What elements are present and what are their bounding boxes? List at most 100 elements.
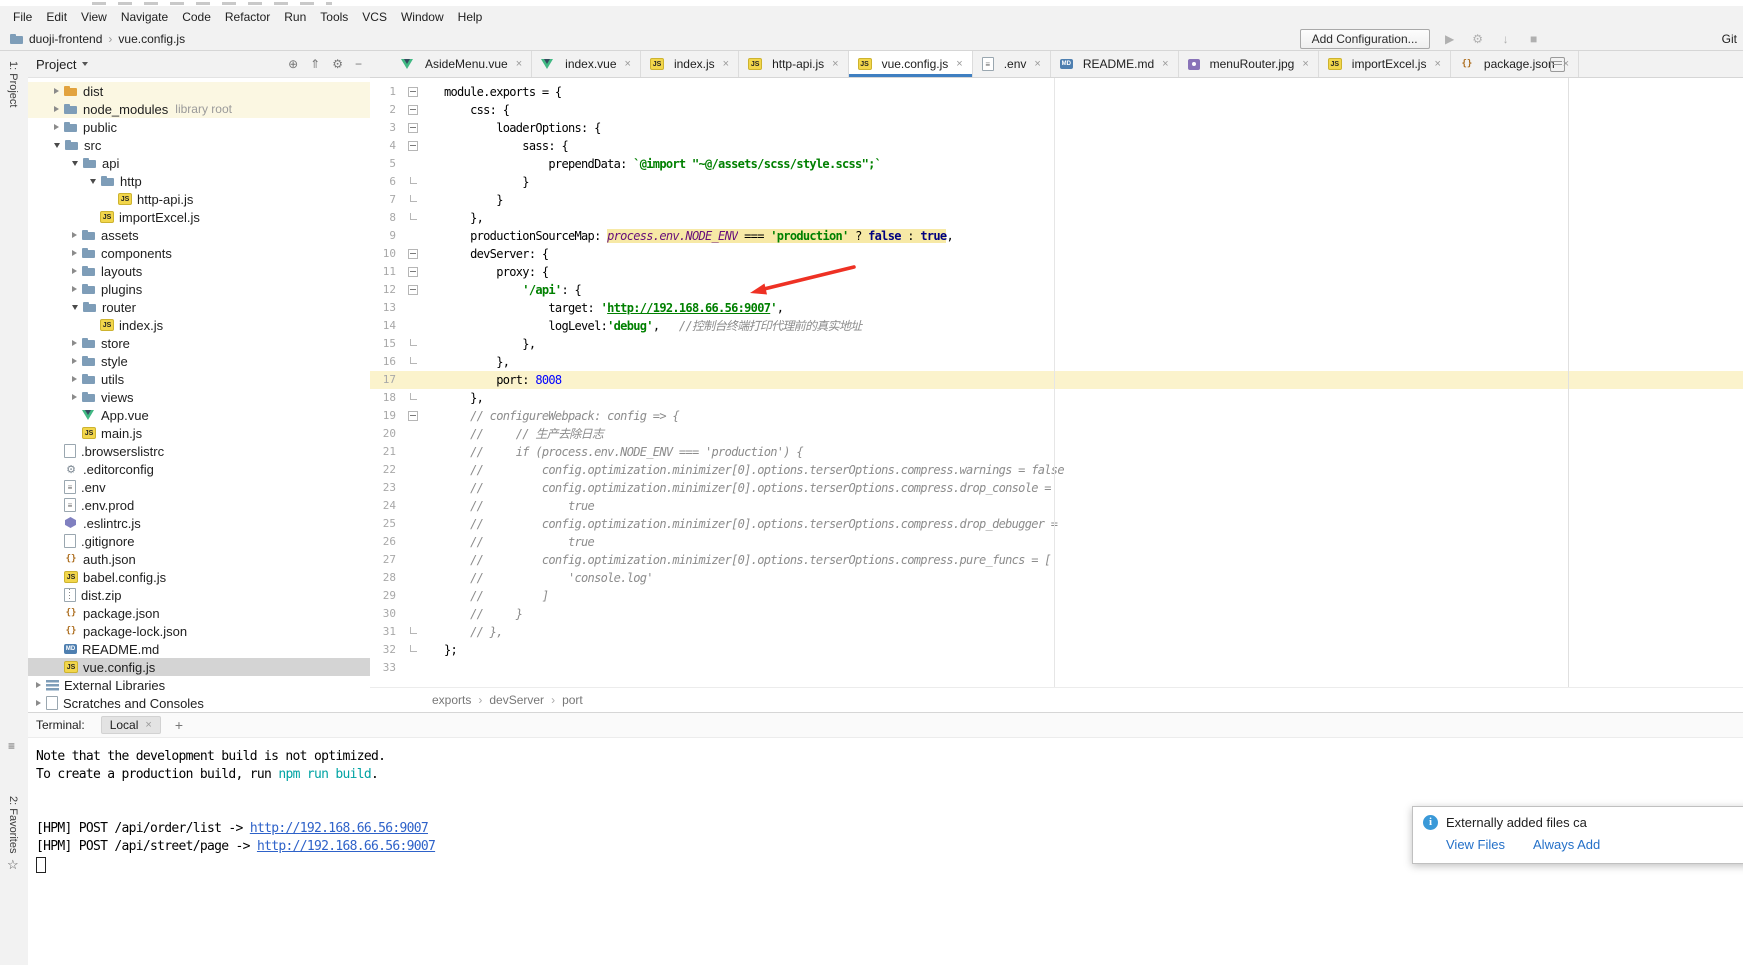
tab-options-icon[interactable] <box>1550 57 1565 72</box>
chevron-down-icon[interactable] <box>54 143 60 148</box>
code-line[interactable]: 32}; <box>370 641 1743 659</box>
download-icon[interactable] <box>1498 32 1514 46</box>
code-line[interactable]: 31 // }, <box>370 623 1743 641</box>
code-line[interactable]: 12 '/api': { <box>370 281 1743 299</box>
fold-open-icon[interactable] <box>408 267 418 277</box>
fold-open-icon[interactable] <box>408 123 418 133</box>
tree-item[interactable]: style <box>28 352 370 370</box>
fold-end-icon[interactable] <box>410 645 417 652</box>
tree-item[interactable]: External Libraries <box>28 676 370 694</box>
tree-item[interactable]: README.md <box>28 640 370 658</box>
structure-icon[interactable] <box>8 739 15 753</box>
code-line[interactable]: 17 port: 8008 <box>370 371 1743 389</box>
chevron-right-icon[interactable] <box>72 286 77 292</box>
breadcrumb-item[interactable]: exports <box>432 693 471 707</box>
run-icon[interactable] <box>1442 32 1458 46</box>
close-icon[interactable] <box>1434 58 1440 70</box>
chevron-right-icon[interactable] <box>54 124 59 130</box>
tree-item[interactable]: dist.zip <box>28 586 370 604</box>
chevron-right-icon[interactable] <box>72 376 77 382</box>
close-icon[interactable] <box>1034 58 1040 70</box>
tree-item[interactable]: http-api.js <box>28 190 370 208</box>
locate-file-icon[interactable] <box>288 57 298 71</box>
code-line[interactable]: 8 }, <box>370 209 1743 227</box>
chevron-down-icon[interactable] <box>82 62 88 66</box>
fold-end-icon[interactable] <box>410 177 417 184</box>
menu-item-code[interactable]: Code <box>175 6 218 28</box>
close-icon[interactable] <box>956 58 962 70</box>
chevron-right-icon[interactable] <box>72 250 77 256</box>
code-line[interactable]: 25 // config.optimization.minimizer[0].o… <box>370 515 1743 533</box>
chevron-right-icon[interactable] <box>72 340 77 346</box>
chevron-right-icon[interactable] <box>36 682 41 688</box>
fold-end-icon[interactable] <box>410 213 417 220</box>
code-line[interactable]: 4 sass: { <box>370 137 1743 155</box>
tree-item[interactable]: .env.prod <box>28 496 370 514</box>
menu-item-window[interactable]: Window <box>394 6 451 28</box>
tree-item[interactable]: layouts <box>28 262 370 280</box>
fold-end-icon[interactable] <box>410 627 417 634</box>
always-add-link[interactable]: Always Add <box>1533 837 1600 852</box>
chevron-right-icon[interactable] <box>54 106 59 112</box>
fold-open-icon[interactable] <box>408 285 418 295</box>
menu-item-refactor[interactable]: Refactor <box>218 6 277 28</box>
tree-item[interactable]: App.vue <box>28 406 370 424</box>
hide-panel-icon[interactable] <box>355 57 362 71</box>
stop-icon[interactable] <box>1526 32 1542 46</box>
settings-gear-icon[interactable] <box>332 57 343 71</box>
tree-item[interactable]: main.js <box>28 424 370 442</box>
add-configuration-button[interactable]: Add Configuration... <box>1300 29 1430 49</box>
fold-open-icon[interactable] <box>408 87 418 97</box>
close-icon[interactable] <box>1162 58 1168 70</box>
editor-tab-index-vue[interactable]: index.vue <box>532 51 641 77</box>
code-line[interactable]: 28 // 'console.log' <box>370 569 1743 587</box>
menu-item-view[interactable]: View <box>74 6 114 28</box>
breadcrumb-project[interactable]: duoji-frontend <box>29 32 102 46</box>
project-panel-title[interactable]: Project <box>36 57 76 72</box>
tree-item[interactable]: components <box>28 244 370 262</box>
new-terminal-icon[interactable] <box>175 717 183 733</box>
code-line[interactable]: 24 // true <box>370 497 1743 515</box>
tree-item[interactable]: assets <box>28 226 370 244</box>
tree-item[interactable]: auth.json <box>28 550 370 568</box>
tool-stripe-project[interactable]: 1: Project <box>7 61 19 107</box>
code-line[interactable]: 19 // configureWebpack: config => { <box>370 407 1743 425</box>
menu-item-help[interactable]: Help <box>451 6 490 28</box>
menu-item-navigate[interactable]: Navigate <box>114 6 175 28</box>
menu-item-vcs[interactable]: VCS <box>355 6 394 28</box>
code-line[interactable]: 5 prependData: `@import "~@/assets/scss/… <box>370 155 1743 173</box>
menu-item-tools[interactable]: Tools <box>313 6 355 28</box>
code-line[interactable]: 7 } <box>370 191 1743 209</box>
tree-item[interactable]: .env <box>28 478 370 496</box>
chevron-right-icon[interactable] <box>72 268 77 274</box>
code-line[interactable]: 30 // } <box>370 605 1743 623</box>
tree-item[interactable]: .editorconfig <box>28 460 370 478</box>
tree-item[interactable]: plugins <box>28 280 370 298</box>
code-line[interactable]: 6 } <box>370 173 1743 191</box>
editor-tab-importexcel-js[interactable]: importExcel.js <box>1319 51 1451 77</box>
chevron-down-icon[interactable] <box>90 179 96 184</box>
terminal-tab-local[interactable]: Local <box>101 716 161 734</box>
menu-item-run[interactable]: Run <box>277 6 313 28</box>
tree-item[interactable]: dist <box>28 82 370 100</box>
chevron-right-icon[interactable] <box>72 394 77 400</box>
code-line[interactable]: 9 productionSourceMap: process.env.NODE_… <box>370 227 1743 245</box>
git-widget[interactable]: Git <box>1722 32 1737 46</box>
tree-item[interactable]: utils <box>28 370 370 388</box>
tree-item[interactable]: .gitignore <box>28 532 370 550</box>
tree-item[interactable]: babel.config.js <box>28 568 370 586</box>
debug-icon[interactable] <box>1470 32 1486 46</box>
terminal-link[interactable]: http://192.168.66.56:9007 <box>257 839 435 854</box>
code-line[interactable]: 21 // if (process.env.NODE_ENV === 'prod… <box>370 443 1743 461</box>
tree-item[interactable]: store <box>28 334 370 352</box>
terminal-cursor[interactable] <box>36 857 46 873</box>
tree-item[interactable]: importExcel.js <box>28 208 370 226</box>
code-line[interactable]: 22 // config.optimization.minimizer[0].o… <box>370 461 1743 479</box>
tree-item[interactable]: views <box>28 388 370 406</box>
chevron-right-icon[interactable] <box>54 88 59 94</box>
code-line[interactable]: 29 // ] <box>370 587 1743 605</box>
editor-tab-readme-md[interactable]: README.md <box>1051 51 1179 77</box>
code-line[interactable]: 11 proxy: { <box>370 263 1743 281</box>
editor-tab-index-js[interactable]: index.js <box>641 51 739 77</box>
chevron-down-icon[interactable] <box>72 161 78 166</box>
